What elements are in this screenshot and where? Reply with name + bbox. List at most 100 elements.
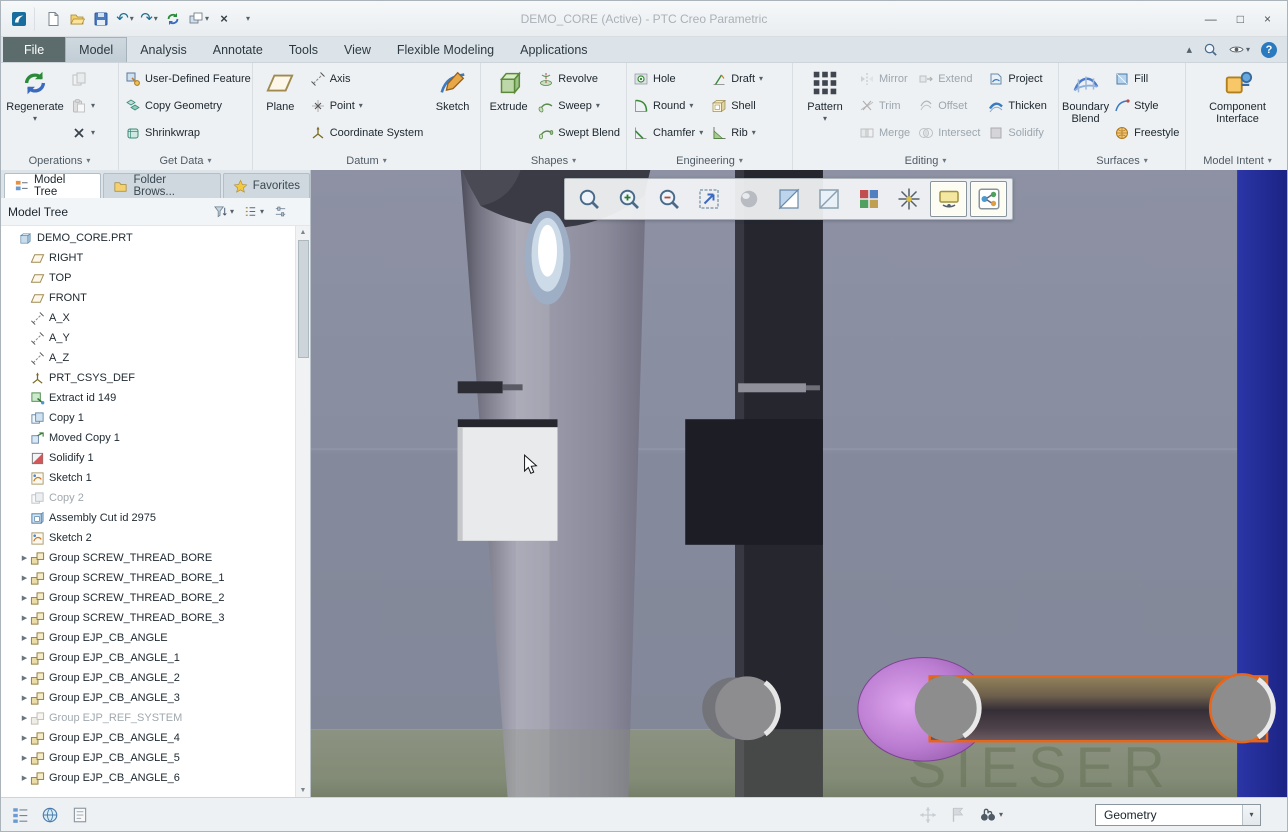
expand-arrow-icon[interactable]: ▶	[19, 754, 30, 762]
tree-item[interactable]: ▶Group EJP_CB_ANGLE_6	[1, 768, 310, 788]
group-footer-operations[interactable]: Operations▾	[1, 151, 118, 170]
tree-item[interactable]: FRONT	[1, 288, 310, 308]
tab-model[interactable]: Model	[65, 37, 127, 62]
tab-applications[interactable]: Applications	[507, 37, 600, 62]
intersect-button[interactable]: Intersect	[915, 119, 983, 146]
shrinkwrap-button[interactable]: Shrinkwrap	[122, 119, 254, 146]
tree-item[interactable]: Assembly Cut id 2975	[1, 508, 310, 528]
tree-item[interactable]: Copy 2	[1, 488, 310, 508]
minimize-button[interactable]: —	[1205, 13, 1217, 25]
expand-arrow-icon[interactable]: ▶	[19, 674, 30, 682]
tab-view[interactable]: View	[331, 37, 384, 62]
group-footer-engineering[interactable]: Engineering▾	[627, 151, 792, 170]
tab-flexible-modeling[interactable]: Flexible Modeling	[384, 37, 507, 62]
refit-button[interactable]	[690, 181, 727, 217]
tab-tools[interactable]: Tools	[276, 37, 331, 62]
component-interface-button[interactable]: Component Interface	[1195, 65, 1281, 125]
save-file-button[interactable]	[90, 7, 112, 31]
group-footer-get-data[interactable]: Get Data▾	[119, 151, 252, 170]
regenerate-button[interactable]: Regenerate ▾	[4, 65, 66, 123]
shell-button[interactable]: Shell	[708, 92, 766, 119]
window-switch-button[interactable]: ▾	[186, 7, 211, 31]
panel-tab-favorites[interactable]: Favorites	[223, 173, 310, 198]
close-button[interactable]: ×	[1264, 13, 1271, 25]
expand-arrow-icon[interactable]: ▶	[19, 614, 30, 622]
new-file-button[interactable]	[42, 7, 64, 31]
tree-item[interactable]: Extract id 149	[1, 388, 310, 408]
tree-item[interactable]: ▶Group SCREW_THREAD_BORE_2	[1, 588, 310, 608]
close-window-button[interactable]: ×	[213, 7, 235, 31]
web-browser-toggle-button[interactable]	[41, 806, 59, 824]
freestyle-button[interactable]: Freestyle	[1111, 119, 1182, 146]
datum-plane-button[interactable]: Plane	[256, 65, 305, 113]
expand-arrow-icon[interactable]: ▶	[19, 594, 30, 602]
command-search-button[interactable]	[1203, 42, 1218, 57]
revolve-button[interactable]: Revolve	[535, 65, 623, 92]
point-button[interactable]: Point▾	[307, 92, 427, 119]
group-footer-shapes[interactable]: Shapes▾	[481, 151, 626, 170]
zoom-region-button[interactable]	[570, 181, 607, 217]
tree-item[interactable]: A_Y	[1, 328, 310, 348]
user-defined-feature-button[interactable]: User-Defined Feature	[122, 65, 254, 92]
tree-filter-button[interactable]: ▾	[213, 204, 234, 219]
datum-display-filters-button[interactable]	[890, 181, 927, 217]
axis-button[interactable]: Axis	[307, 65, 427, 92]
find-tool-button[interactable]: ▾	[979, 806, 1003, 824]
scroll-up-icon[interactable]: ▲	[300, 226, 307, 239]
display-visibility-button[interactable]: ▾	[1229, 42, 1250, 57]
tree-scrollbar[interactable]: ▲ ▼	[295, 226, 310, 797]
minimize-ribbon-button[interactable]: ▴	[1186, 43, 1192, 56]
expand-arrow-icon[interactable]: ▶	[19, 654, 30, 662]
boundary-blend-button[interactable]: Boundary Blend	[1062, 65, 1109, 125]
trim-button[interactable]: Trim	[856, 92, 913, 119]
tree-item[interactable]: ▶Group EJP_CB_ANGLE_1	[1, 648, 310, 668]
rib-button[interactable]: Rib▾	[708, 119, 766, 146]
maximize-button[interactable]: □	[1237, 13, 1244, 25]
zoom-in-button[interactable]	[610, 181, 647, 217]
tree-item[interactable]: PRT_CSYS_DEF	[1, 368, 310, 388]
pattern-button[interactable]: Pattern ▾	[796, 65, 854, 123]
draft-button[interactable]: Draft▾	[708, 65, 766, 92]
creo-logo-button[interactable]	[9, 7, 35, 31]
style-button[interactable]: Style	[1111, 92, 1182, 119]
expand-arrow-icon[interactable]: ▶	[19, 574, 30, 582]
expand-arrow-icon[interactable]: ▶	[19, 634, 30, 642]
tree-item[interactable]: ▶Group SCREW_THREAD_BORE	[1, 548, 310, 568]
extrude-button[interactable]: Extrude	[484, 65, 533, 113]
tree-item[interactable]: ▶Group EJP_CB_ANGLE_4	[1, 728, 310, 748]
tab-analysis[interactable]: Analysis	[127, 37, 200, 62]
model-tree-toggle-button[interactable]	[11, 806, 29, 824]
tree-item[interactable]: RIGHT	[1, 248, 310, 268]
expand-arrow-icon[interactable]: ▶	[19, 714, 30, 722]
panel-tab-folder-brows[interactable]: Folder Brows...	[103, 173, 220, 198]
solidify-button[interactable]: Solidify	[985, 119, 1050, 146]
chamfer-button[interactable]: Chamfer▾	[630, 119, 706, 146]
annotation-display-button[interactable]	[930, 181, 967, 217]
panel-toggle-button[interactable]	[71, 806, 89, 824]
suspend-flag-button[interactable]	[949, 806, 967, 824]
model-white-face[interactable]	[458, 419, 558, 541]
delete-button[interactable]: ▾	[68, 119, 98, 146]
open-file-button[interactable]	[66, 7, 88, 31]
datum-plane-display-button[interactable]	[770, 181, 807, 217]
tree-item[interactable]: Sketch 2	[1, 528, 310, 548]
group-footer-model-intent[interactable]: Model Intent▾	[1186, 151, 1288, 170]
thicken-button[interactable]: Thicken	[985, 92, 1050, 119]
tab-annotate[interactable]: Annotate	[200, 37, 276, 62]
scrollbar-thumb[interactable]	[298, 240, 309, 358]
copy-geometry-button[interactable]: Copy Geometry	[122, 92, 254, 119]
tree-item[interactable]: ▶Group EJP_CB_ANGLE_3	[1, 688, 310, 708]
sweep-button[interactable]: Sweep▾	[535, 92, 623, 119]
paste-button[interactable]: ▾	[68, 92, 98, 119]
tree-item[interactable]: Moved Copy 1	[1, 428, 310, 448]
merge-button[interactable]: Merge	[856, 119, 913, 146]
tree-item[interactable]: A_X	[1, 308, 310, 328]
tree-item[interactable]: ▶Group EJP_CB_ANGLE_2	[1, 668, 310, 688]
tree-settings-button[interactable]	[273, 204, 288, 219]
regenerate-small-button[interactable]	[162, 7, 184, 31]
csys-display-button[interactable]	[810, 181, 847, 217]
group-footer-editing[interactable]: Editing▾	[793, 151, 1058, 170]
appearance-gallery-button[interactable]	[850, 181, 887, 217]
project-button[interactable]: Project	[985, 65, 1050, 92]
tree-item[interactable]: ▶Group EJP_CB_ANGLE	[1, 628, 310, 648]
